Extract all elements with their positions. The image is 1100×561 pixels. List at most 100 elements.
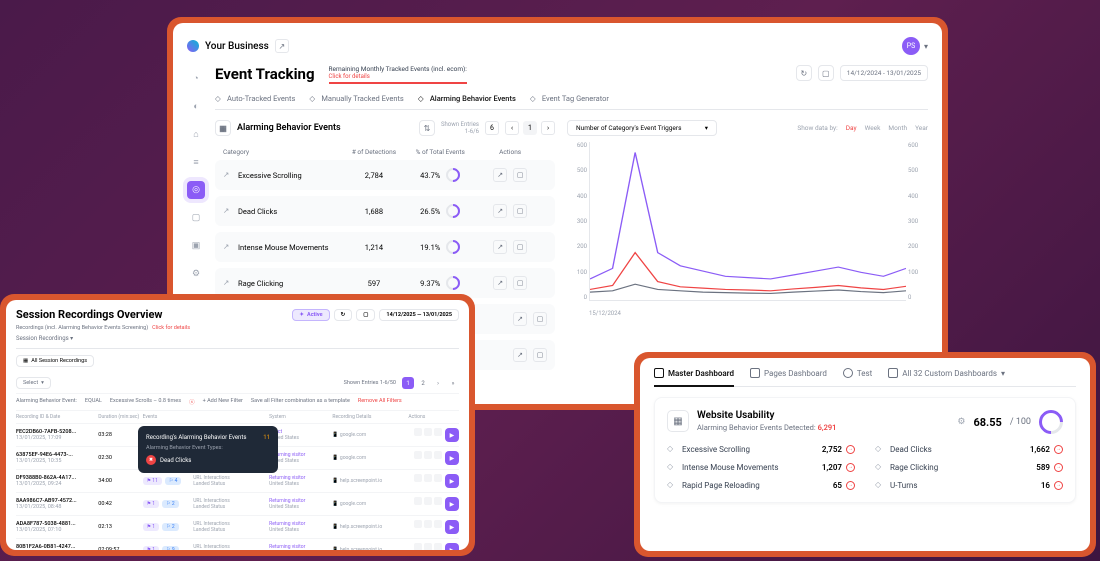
- table-row: ↗Intense Mouse Movements 1,214 19.1% ↗▢: [215, 232, 555, 262]
- remaining-events-banner: Remaining Monthly Tracked Events (incl. …: [329, 65, 467, 84]
- row-open[interactable]: ↗: [493, 168, 507, 182]
- row-open[interactable]: ↗: [513, 312, 527, 326]
- tab-custom-dashboards[interactable]: All 32 Custom Dashboards ▾: [888, 368, 1005, 378]
- play-button[interactable]: ▶: [445, 520, 459, 534]
- sess-next[interactable]: ›: [432, 377, 444, 389]
- calendar-icon[interactable]: ▢: [818, 65, 834, 81]
- sidebar-icon-settings[interactable]: ⚙: [187, 265, 205, 283]
- all-recordings-btn[interactable]: ▦ All Session Recordings: [16, 355, 94, 367]
- metric-row: ◇Rage Clicking 589→: [875, 462, 1063, 472]
- gran-week[interactable]: Week: [865, 124, 881, 132]
- table-title: ▦ Alarming Behavior Events: [215, 120, 341, 136]
- metric-row: ◇Rapid Page Reloading 65→: [667, 480, 855, 490]
- tab-test[interactable]: Test: [843, 368, 872, 378]
- gran-month[interactable]: Month: [888, 124, 907, 132]
- tab-session-recordings[interactable]: Session Recordings: [16, 335, 69, 342]
- tab-alarming[interactable]: ◇Alarming Behavior Events: [418, 94, 516, 103]
- calendar-icon[interactable]: ▢: [356, 309, 375, 321]
- col-pct[interactable]: % of Total Events: [407, 148, 473, 156]
- sidebar-icon-cart[interactable]: ⌂: [187, 125, 205, 143]
- row-video[interactable]: ▢: [533, 312, 547, 326]
- tab-pages-dashboard[interactable]: Pages Dashboard: [750, 368, 827, 378]
- usability-score: 68.55: [973, 416, 1001, 429]
- row-open[interactable]: ↗: [493, 276, 507, 290]
- row-open[interactable]: ↗: [493, 240, 507, 254]
- sidebar-icon-events[interactable]: ◎: [187, 181, 205, 199]
- play-button[interactable]: ▶: [445, 474, 459, 488]
- entries-input[interactable]: 6: [485, 121, 499, 135]
- tab-master-dashboard[interactable]: Master Dashboard: [654, 368, 734, 387]
- date-range[interactable]: 14/12/2024 - 13/01/2025: [840, 65, 928, 81]
- row-open[interactable]: ↗: [513, 348, 527, 362]
- chevron-down-icon[interactable]: ▾: [924, 42, 928, 51]
- session-date-range[interactable]: 14/12/2025 — 13/01/2025: [379, 309, 459, 321]
- col-detections[interactable]: # of Detections: [341, 148, 407, 156]
- grid-icon[interactable]: ▦: [215, 120, 231, 136]
- table-row: ↗Excessive Scrolling 2,784 43.7% ↗▢: [215, 160, 555, 190]
- metric-row: ◇U-Turns 16→: [875, 480, 1063, 490]
- gran-year[interactable]: Year: [915, 124, 928, 132]
- sidebar-icon-dashboard[interactable]: ◔: [187, 69, 205, 87]
- trend-icon: →: [1054, 445, 1063, 454]
- save-filter[interactable]: Save all Filter combination as a templat…: [251, 398, 350, 406]
- sess-page-cur: 1: [402, 377, 414, 389]
- refresh-icon[interactable]: ↻: [796, 65, 812, 81]
- play-button[interactable]: ▶: [445, 543, 459, 550]
- sess-page-2[interactable]: 2: [417, 377, 429, 389]
- row-video[interactable]: ▢: [513, 276, 527, 290]
- play-button[interactable]: ▶: [445, 428, 459, 442]
- sess-last[interactable]: »: [447, 377, 459, 389]
- trend-icon: →: [846, 463, 855, 472]
- remaining-details-link[interactable]: Click for details: [329, 73, 467, 80]
- event-tabs: ◇Auto-Tracked Events ◇Manually Tracked E…: [215, 94, 928, 110]
- row-video[interactable]: ▢: [533, 348, 547, 362]
- sort-icon[interactable]: ⇅: [419, 120, 435, 136]
- next-page[interactable]: ›: [541, 121, 555, 135]
- chevron-down-icon: ▾: [705, 124, 708, 132]
- session-title: Session Recordings Overview: [16, 308, 162, 321]
- remove-filters[interactable]: Remove All Filters: [358, 398, 402, 406]
- play-button[interactable]: ▶: [445, 497, 459, 511]
- metric-row: ◇Dead Clicks 1,662→: [875, 444, 1063, 454]
- gear-icon[interactable]: ⚙: [957, 417, 965, 427]
- row-video[interactable]: ▢: [513, 168, 527, 182]
- logo-icon: [187, 40, 199, 52]
- row-video[interactable]: ▢: [513, 204, 527, 218]
- trend-icon: →: [846, 445, 855, 454]
- tab-tag-generator[interactable]: ◇Event Tag Generator: [530, 94, 609, 103]
- row-open[interactable]: ↗: [493, 204, 507, 218]
- table-row: ↗Dead Clicks 1,688 26.5% ↗▢: [215, 196, 555, 226]
- col-category[interactable]: Category: [223, 148, 341, 156]
- refresh-icon[interactable]: ↻: [334, 309, 353, 321]
- gran-day[interactable]: Day: [846, 124, 857, 132]
- tab-manually-tracked[interactable]: ◇Manually Tracked Events: [309, 94, 404, 103]
- row-video[interactable]: ▢: [513, 240, 527, 254]
- session-row: ADA8F787-5038-4881...13/01/2025, 07:10 0…: [16, 515, 459, 538]
- metric-row: ◇Excessive Scrolling 2,752→: [667, 444, 855, 454]
- show-by-label: Show data by:: [797, 124, 837, 132]
- entries-info: Shown Entries 1-6/6: [441, 121, 479, 135]
- trend-icon: →: [1054, 463, 1063, 472]
- active-filter-btn[interactable]: ✦ Active: [292, 309, 329, 321]
- trend-icon: →: [1054, 481, 1063, 490]
- external-link-icon[interactable]: ↗: [275, 39, 289, 53]
- current-page: 1: [523, 121, 537, 135]
- page-title: Event Tracking: [215, 65, 315, 83]
- prev-page[interactable]: ‹: [505, 121, 519, 135]
- chart-type-select[interactable]: Number of Category's Event Triggers▾: [567, 120, 717, 136]
- line-chart: 6005004003002001000 6005004003002001000 …: [567, 142, 928, 317]
- metric-row: ◇Intense Mouse Movements 1,207→: [667, 462, 855, 472]
- tab-auto-tracked[interactable]: ◇Auto-Tracked Events: [215, 94, 295, 103]
- user-avatar[interactable]: PS: [902, 37, 920, 55]
- sidebar-icon-record[interactable]: ▣: [187, 237, 205, 255]
- add-filter[interactable]: + Add New Filter: [203, 398, 243, 406]
- tooltip: Recording's Alarming Behavior Events11 A…: [138, 426, 278, 473]
- score-donut-icon: [1034, 405, 1068, 439]
- select-dropdown[interactable]: Select ▾: [16, 377, 51, 389]
- sidebar-icon-analytics[interactable]: ◐: [187, 97, 205, 115]
- sidebar-icon-tune[interactable]: ≡: [187, 153, 205, 171]
- session-row: 8AA986C7-AB97-4572...13/01/2025, 08:48 0…: [16, 492, 459, 515]
- sidebar-icon-chat[interactable]: ▢: [187, 209, 205, 227]
- col-actions: Actions: [473, 148, 547, 156]
- play-button[interactable]: ▶: [445, 451, 459, 465]
